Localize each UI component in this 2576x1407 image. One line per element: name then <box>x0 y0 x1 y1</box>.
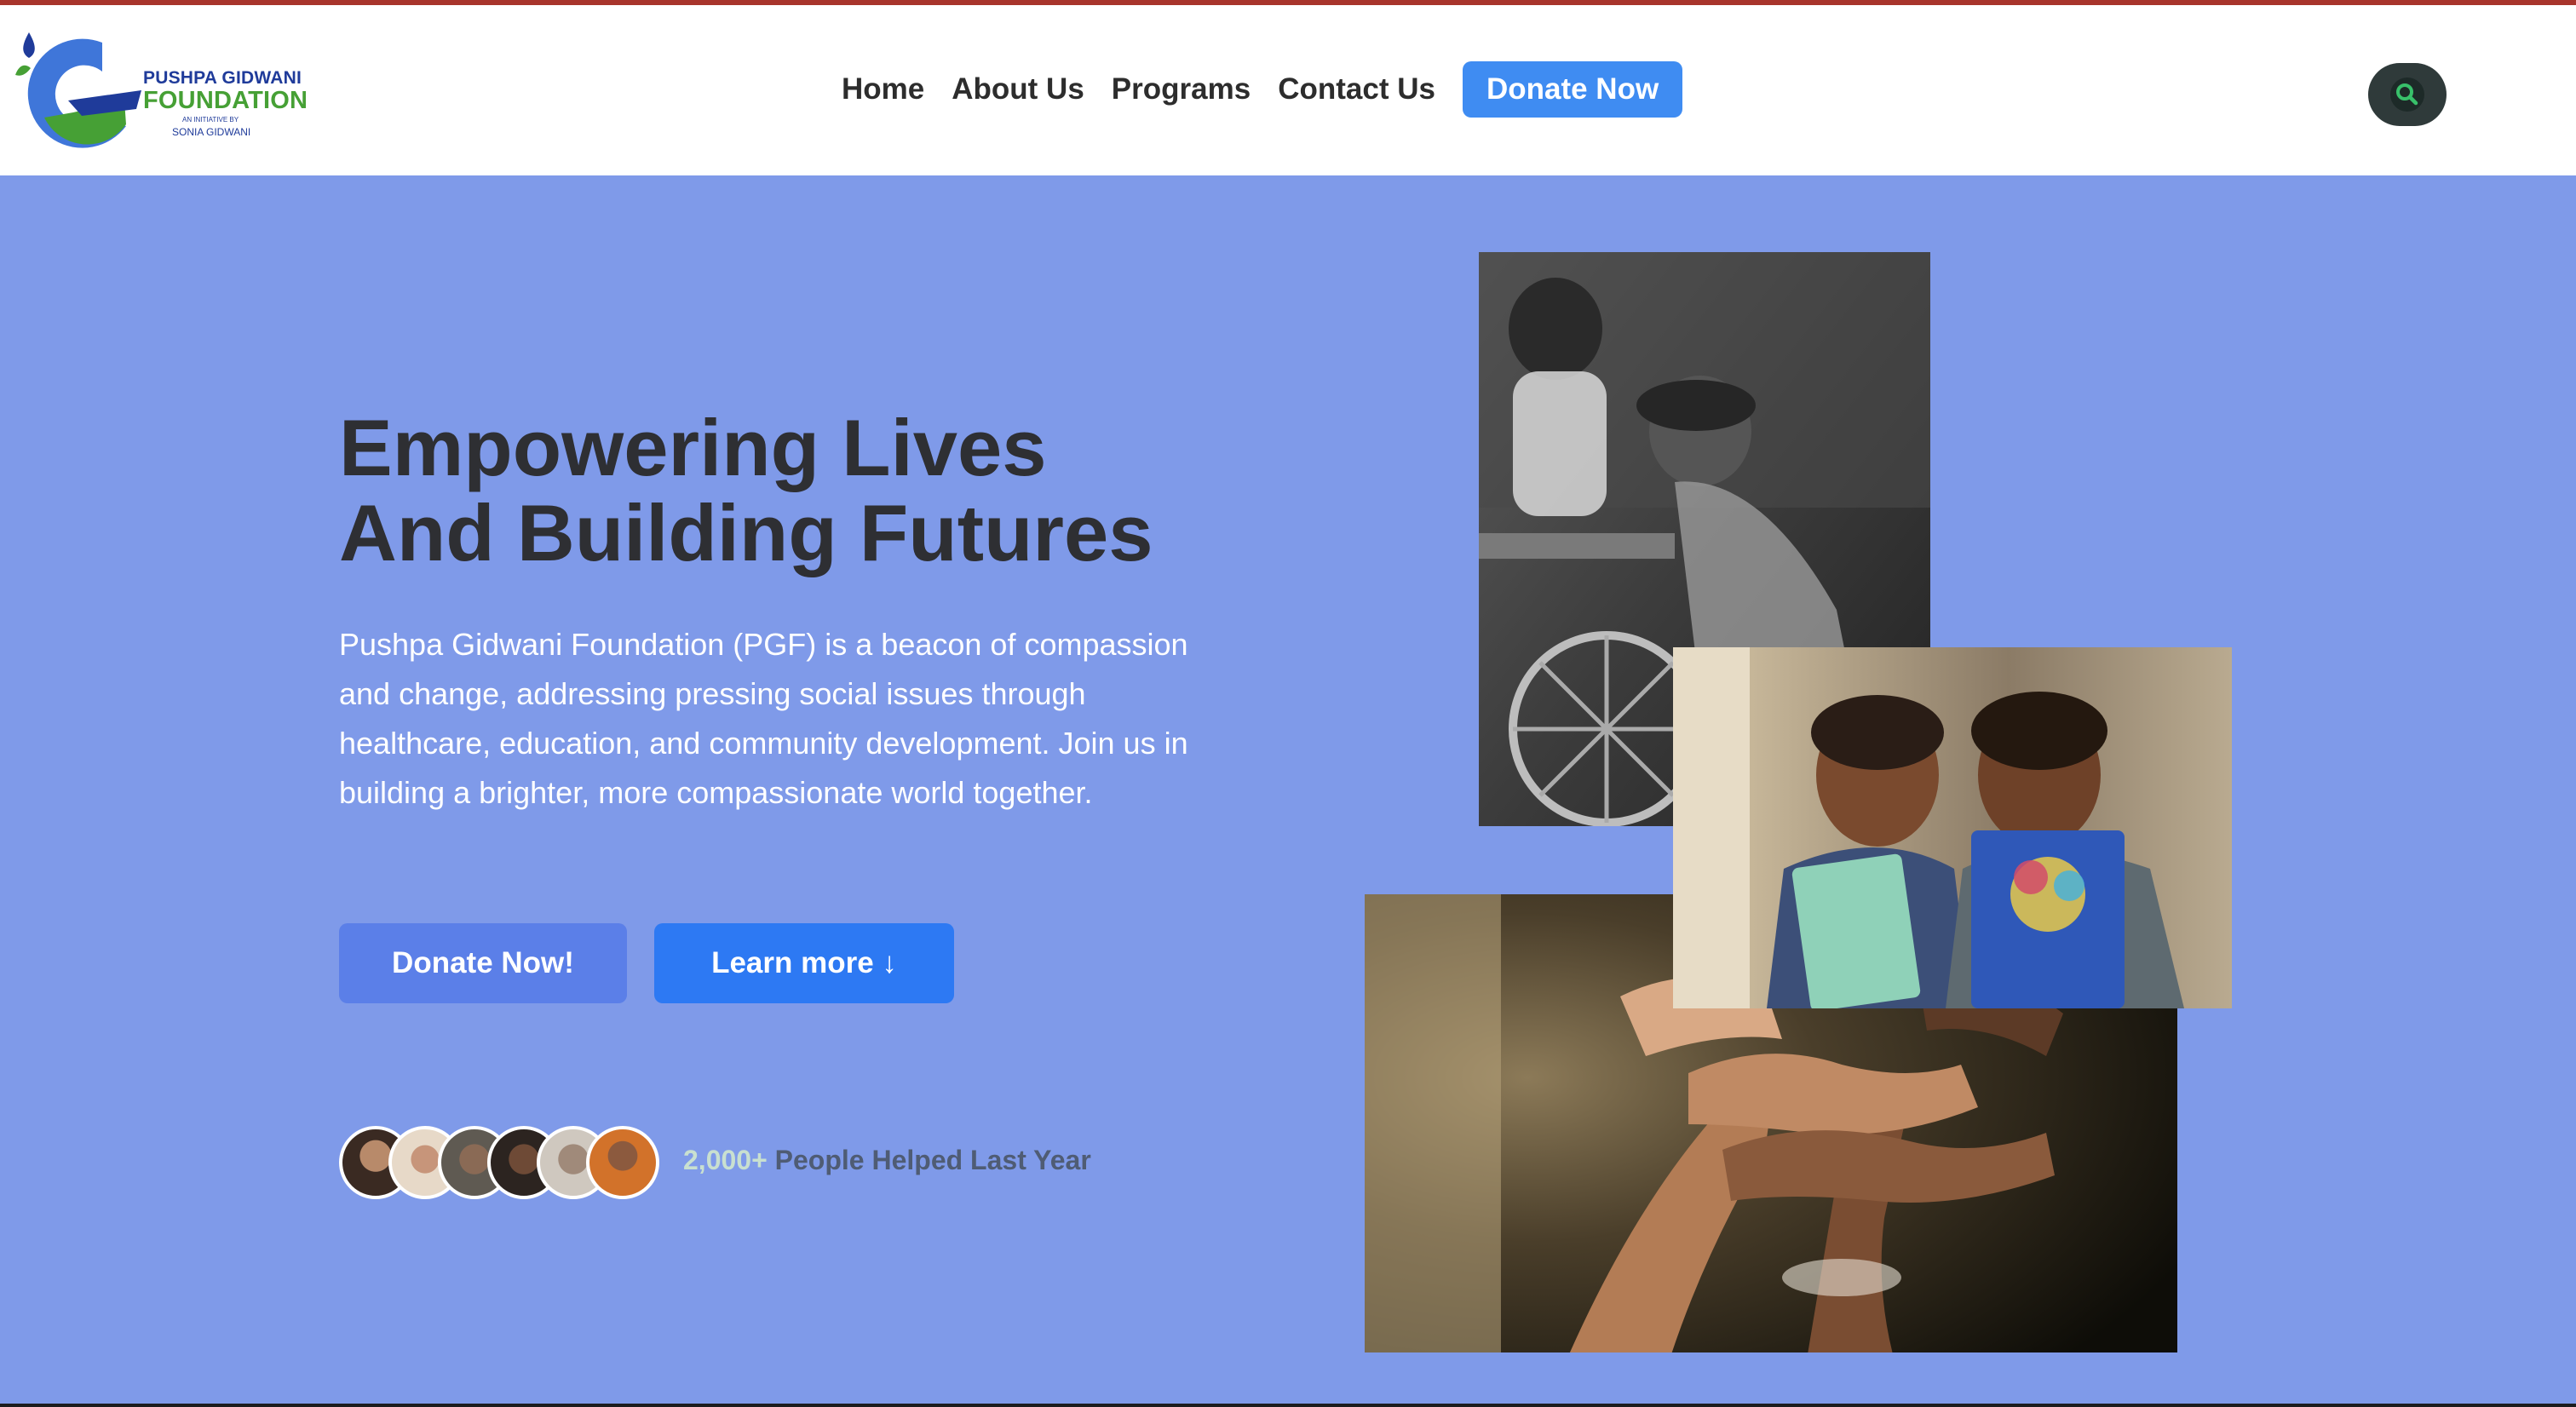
hero-title-line-2: And Building Futures <box>339 488 1153 577</box>
donate-now-button[interactable]: Donate Now! <box>339 923 627 1003</box>
hero-title: Empowering Lives And Building Futures <box>339 405 1361 576</box>
nav-contact-link[interactable]: Contact Us <box>1264 72 1449 106</box>
nav-programs-link[interactable]: Programs <box>1098 72 1264 106</box>
logo-founder: SONIA GIDWANI <box>172 126 251 138</box>
search-icon <box>2390 78 2424 112</box>
search-button[interactable] <box>2368 63 2447 126</box>
foundation-logo[interactable]: PUSHPA GIDWANI FOUNDATION AN INITIATIVE … <box>14 24 308 160</box>
hero-section: Empowering Lives And Building Futures Pu… <box>0 175 2576 1404</box>
people-helped-stat: 2,000+ People Helped Last Year <box>683 1145 1091 1176</box>
nav-about-link[interactable]: About Us <box>938 72 1098 106</box>
nav-home-link[interactable]: Home <box>828 72 938 106</box>
learn-more-button[interactable]: Learn more ↓ <box>654 923 954 1003</box>
avatar <box>586 1126 659 1199</box>
hero-title-line-1: Empowering Lives <box>339 403 1047 492</box>
helped-people-avatars <box>339 1126 663 1203</box>
logo-text-primary: PUSHPA GIDWANI <box>143 68 302 88</box>
nav-donate-button[interactable]: Donate Now <box>1462 61 1683 118</box>
logo-tagline: AN INITIATIVE BY <box>182 116 239 123</box>
site-header: PUSHPA GIDWANI FOUNDATION AN INITIATIVE … <box>0 5 2576 175</box>
logo-text-secondary: FOUNDATION <box>143 87 308 114</box>
people-helped-label: People Helped Last Year <box>774 1145 1091 1175</box>
people-helped-count: 2,000+ <box>683 1145 768 1175</box>
main-nav: Home About Us Programs Contact Us Donate… <box>828 61 1683 118</box>
logo-mark-icon <box>15 32 141 148</box>
photo-smiling-children-books <box>1673 647 2232 1008</box>
hero-description: Pushpa Gidwani Foundation (PGF) is a bea… <box>339 627 1188 810</box>
